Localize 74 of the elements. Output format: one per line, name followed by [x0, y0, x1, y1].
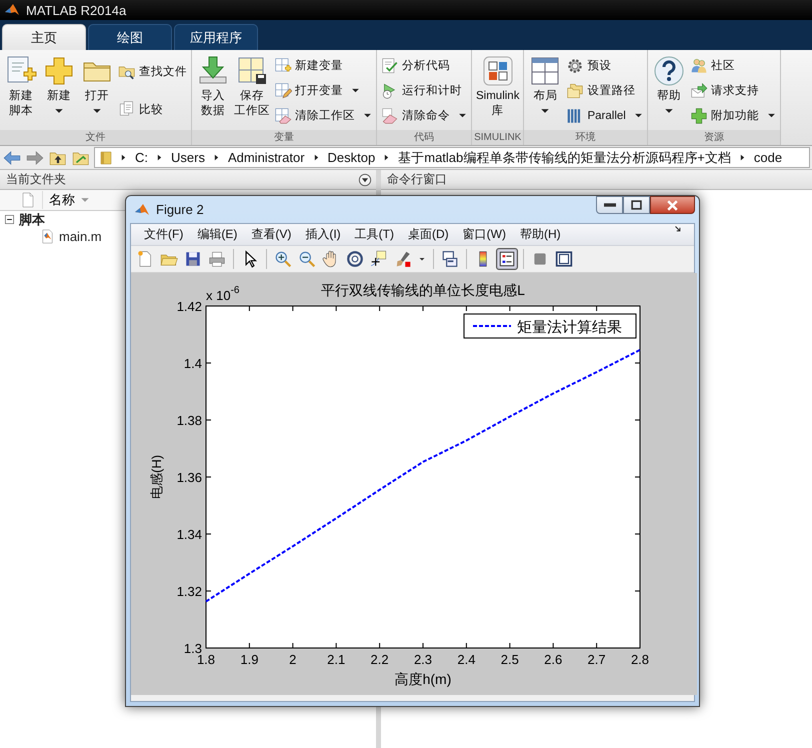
tick-label: 2.1	[327, 652, 346, 667]
ribbon-button[interactable]: 打开	[78, 53, 116, 130]
ribbon-button[interactable]: 运行和计时	[379, 80, 469, 102]
group-title: 资源	[648, 130, 780, 145]
path-segment[interactable]: C:	[133, 150, 150, 165]
panel-title: 当前文件夹	[6, 171, 66, 188]
menu-item[interactable]: 窗口(W)	[456, 224, 513, 245]
ribbon-button[interactable]: 清除命令	[379, 104, 469, 126]
tree-item[interactable]: 脚本	[0, 211, 45, 228]
path-segment[interactable]: Desktop	[326, 150, 378, 165]
ribbon-button[interactable]: Parallel	[564, 104, 645, 126]
group-title: 环境	[524, 130, 647, 145]
tick-label: 1.4	[184, 356, 202, 371]
ribbon-button[interactable]: 保存 工作区	[232, 53, 272, 130]
path-field[interactable]: C: Users Administrator Desktop 基于matlab编程单条带传输线的矩量法分析源码程序+文档 code	[94, 147, 810, 168]
column-header[interactable]: 名称	[42, 191, 96, 209]
ribbon-button[interactable]: 预设	[564, 54, 645, 76]
ribbon-button[interactable]: 分析代码	[379, 54, 469, 76]
ribbon-button[interactable]: 新建变量	[272, 54, 374, 76]
axis-label: 电感(H)	[149, 454, 164, 500]
ribbon-button[interactable]: 附加功能	[688, 104, 778, 126]
ribbon-tab[interactable]: 绘图	[88, 24, 172, 50]
menu-item[interactable]: 帮助(H)	[512, 224, 568, 245]
group-title: 文件	[0, 130, 191, 145]
ribbon-button[interactable]: 导入 数据	[194, 53, 232, 130]
group-title: SIMULINK	[472, 130, 524, 145]
tick-label: 1.36	[176, 470, 202, 485]
group-title: 代码	[377, 130, 471, 145]
tick-label: 2.4	[457, 652, 476, 667]
ribbon-button[interactable]: 比较	[116, 98, 189, 120]
tick-label: 1.38	[176, 413, 202, 428]
tick-label: 2	[289, 652, 296, 667]
tick-label: 2.6	[544, 652, 562, 667]
menu-item[interactable]: 桌面(D)	[400, 224, 456, 245]
legend-label: 矩量法计算结果	[517, 319, 622, 336]
ribbon-button[interactable]: 清除工作区	[272, 104, 374, 126]
app-title: MATLAB R2014a	[26, 2, 126, 18]
chart-title: 平行双线传输线的单位长度电感L	[321, 282, 525, 298]
menu-item[interactable]: 工具(T)	[348, 224, 401, 245]
path-segment[interactable]: code	[752, 150, 784, 165]
tree-item[interactable]: main.m	[0, 228, 102, 245]
tick-label: 1.34	[176, 527, 202, 542]
panel-title: 命令行窗口	[387, 171, 447, 188]
tick-label: 2.3	[414, 652, 432, 667]
ribbon-button[interactable]: 新建 脚本	[2, 53, 40, 130]
group-title: 变量	[192, 130, 376, 145]
menu-item[interactable]: 文件(F)	[137, 224, 190, 245]
window-title: Figure 2	[156, 202, 205, 217]
path-segment[interactable]: Users	[169, 150, 207, 165]
ribbon-button[interactable]: 布局	[526, 53, 564, 130]
ribbon-button[interactable]: Simulink 库	[474, 53, 522, 130]
ribbon-button[interactable]: 新建	[40, 53, 78, 130]
menu-item[interactable]: 编辑(E)	[190, 224, 244, 245]
path-segment[interactable]: 基于matlab编程单条带传输线的矩量法分析源码程序+文档	[396, 148, 733, 166]
ribbon-button[interactable]: 设置路径	[564, 80, 645, 102]
ribbon-button[interactable]: 查找文件	[116, 60, 189, 83]
ribbon-button[interactable]: 请求支持	[688, 80, 778, 102]
tick-label: 1.32	[176, 584, 202, 599]
ribbon-tab[interactable]: 应用程序	[174, 24, 258, 50]
ribbon-button[interactable]: 帮助	[650, 53, 688, 130]
ribbon-button[interactable]: 社区	[688, 54, 778, 76]
axis-label: 高度h(m)	[394, 671, 452, 687]
tick-label: 2.2	[370, 652, 389, 667]
menu-item[interactable]: 插入(I)	[298, 224, 348, 245]
menu-item[interactable]: 查看(V)	[244, 224, 298, 245]
axis-multiplier: x 10$^{-6}$	[206, 285, 240, 303]
tick-label: 2.5	[500, 652, 519, 667]
tick-label: 2.7	[588, 652, 606, 667]
tick-label: 1.42	[176, 299, 202, 314]
ribbon-button[interactable]: 打开变量	[272, 80, 374, 102]
path-segment[interactable]: Administrator	[226, 150, 307, 165]
tick-label: 1.9	[240, 652, 258, 667]
ribbon-tab[interactable]: 主页	[2, 24, 86, 50]
tick-label: 2.8	[630, 652, 650, 667]
